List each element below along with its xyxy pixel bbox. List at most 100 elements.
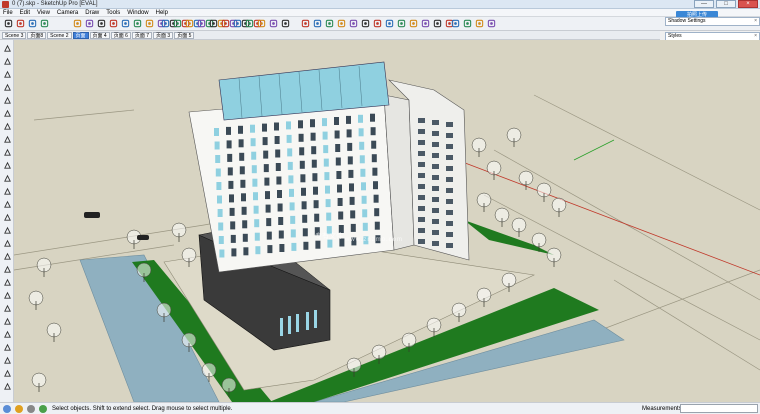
rotate-icon[interactable]	[1, 172, 13, 184]
rectangle-icon[interactable]	[39, 18, 50, 29]
tape-measure-icon[interactable]	[1, 224, 13, 236]
zoom-window-icon[interactable]	[208, 18, 219, 29]
eraser-icon[interactable]	[15, 18, 26, 29]
previous-view-icon[interactable]	[232, 18, 243, 29]
window	[313, 186, 318, 195]
close-icon[interactable]: ×	[754, 33, 757, 40]
right-view-icon[interactable]	[348, 18, 359, 29]
tab-page-5[interactable]: 页面 5	[174, 32, 195, 39]
freehand-icon[interactable]	[84, 18, 95, 29]
back-view-icon[interactable]	[360, 18, 371, 29]
walk-icon[interactable]	[1, 367, 13, 379]
shaded-icon[interactable]	[420, 18, 431, 29]
scale-icon[interactable]	[1, 198, 13, 210]
tab-page-3[interactable]: 页面 3	[153, 32, 174, 39]
protractor-icon[interactable]	[1, 250, 13, 262]
select-icon[interactable]	[1, 42, 13, 54]
menu-draw[interactable]: Draw	[85, 9, 99, 16]
pan-icon[interactable]	[1, 328, 13, 340]
zoom-extents-icon[interactable]	[1, 354, 13, 366]
menu-view[interactable]: View	[37, 9, 50, 16]
components-icon[interactable]	[474, 18, 485, 29]
title-bar: 0 (7).skp - SketchUp Pro [EVAL] — □ ×	[0, 0, 760, 9]
select-icon[interactable]	[3, 18, 14, 29]
xray-icon[interactable]	[384, 18, 395, 29]
maximize-button[interactable]: □	[716, 0, 736, 8]
window	[287, 148, 293, 157]
close-button[interactable]: ×	[738, 0, 758, 8]
tab-page-8[interactable]: 页面8	[27, 32, 47, 39]
text-icon[interactable]	[1, 263, 13, 275]
window	[418, 151, 425, 156]
dimension-icon[interactable]	[1, 237, 13, 249]
orbit-icon[interactable]	[172, 18, 183, 29]
shadow-settings-panel[interactable]: Shadow Settings ×	[665, 17, 760, 26]
polygon-icon[interactable]	[120, 18, 131, 29]
circle-icon[interactable]	[1, 107, 13, 119]
polygon-icon[interactable]	[1, 120, 13, 132]
move-icon[interactable]	[144, 18, 155, 29]
geo-location-icon[interactable]	[15, 405, 23, 413]
credits-icon[interactable]	[27, 405, 35, 413]
front-view-icon[interactable]	[336, 18, 347, 29]
3d-text-icon[interactable]	[1, 289, 13, 301]
axes-icon[interactable]	[1, 276, 13, 288]
paint-bucket-icon[interactable]	[1, 302, 13, 314]
warehouse-icon[interactable]	[450, 18, 461, 29]
left-view-icon[interactable]	[372, 18, 383, 29]
zoom-icon[interactable]	[1, 341, 13, 353]
tab-page-7[interactable]: 页面 7	[131, 32, 153, 39]
model-viewport[interactable]	[14, 40, 760, 402]
freehand-icon[interactable]	[1, 81, 13, 93]
measurements-input[interactable]	[680, 404, 758, 413]
line-icon[interactable]	[72, 18, 83, 29]
pan-icon[interactable]	[184, 18, 195, 29]
follow-me-icon[interactable]	[1, 185, 13, 197]
move-icon[interactable]	[1, 146, 13, 158]
section-plane-icon[interactable]	[300, 18, 311, 29]
close-icon[interactable]: ×	[754, 18, 757, 25]
circle-icon[interactable]	[108, 18, 119, 29]
line-icon[interactable]	[1, 68, 13, 80]
textured-icon[interactable]	[432, 18, 443, 29]
extension-icon[interactable]	[486, 18, 497, 29]
paint-bucket-icon[interactable]	[27, 18, 38, 29]
look-around-icon[interactable]	[280, 18, 291, 29]
menu-camera[interactable]: Camera	[57, 9, 78, 16]
push-pull-icon[interactable]	[1, 159, 13, 171]
eraser-icon[interactable]	[1, 55, 13, 67]
arc-icon[interactable]	[96, 18, 107, 29]
rectangle-icon[interactable]	[1, 94, 13, 106]
minimize-button[interactable]: —	[694, 0, 714, 8]
window	[302, 214, 308, 223]
menu-help[interactable]: Help	[156, 9, 168, 16]
info-icon[interactable]	[3, 405, 11, 413]
top-view-icon[interactable]	[324, 18, 335, 29]
share-model-icon[interactable]	[462, 18, 473, 29]
menu-edit[interactable]: Edit	[20, 9, 30, 16]
menu-file[interactable]: File	[3, 9, 13, 16]
position-camera-icon[interactable]	[256, 18, 267, 29]
menu-window[interactable]: Window	[127, 9, 148, 16]
look-around-icon[interactable]	[1, 380, 13, 392]
push-pull-icon[interactable]	[132, 18, 143, 29]
tab-scene-2[interactable]: Scene 2	[47, 32, 72, 39]
3d-text-icon[interactable]	[160, 18, 171, 29]
hidden-line-icon[interactable]	[408, 18, 419, 29]
tab-page[interactable]: 页面	[72, 32, 89, 39]
iso-view-icon[interactable]	[312, 18, 323, 29]
menu-tools[interactable]: Tools	[106, 9, 120, 16]
zoom-icon[interactable]	[196, 18, 207, 29]
tab-page-6[interactable]: 页面 6	[110, 32, 131, 39]
tab-scene-3[interactable]: Scene 3	[2, 32, 27, 39]
orbit-icon[interactable]	[1, 315, 13, 327]
zoom-extents-icon[interactable]	[220, 18, 231, 29]
offset-icon[interactable]	[1, 211, 13, 223]
tab-page-4[interactable]: 页面 4	[89, 32, 110, 39]
next-view-icon[interactable]	[244, 18, 255, 29]
wireframe-icon[interactable]	[396, 18, 407, 29]
window	[313, 200, 319, 209]
walk-icon[interactable]	[268, 18, 279, 29]
user-icon[interactable]	[39, 405, 47, 413]
arc-icon[interactable]	[1, 133, 13, 145]
